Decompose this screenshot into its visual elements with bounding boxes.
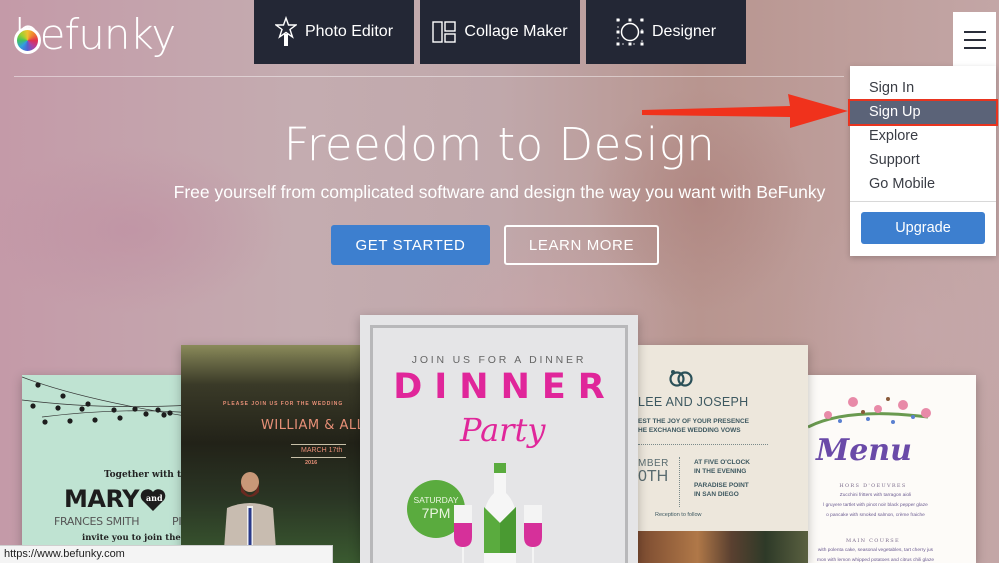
- selection-circle-icon: [616, 18, 644, 46]
- card-text: DINNER: [393, 367, 617, 407]
- tab-label: Designer: [651, 23, 717, 40]
- befunky-logo[interactable]: befunky: [14, 10, 176, 62]
- tab-label: Photo Editor: [304, 23, 394, 40]
- upgrade-button[interactable]: Upgrade: [861, 212, 985, 244]
- tab-designer[interactable]: Designer: [586, 0, 746, 64]
- template-card-mary-wedding[interactable]: Together with their p MARY and FRANCES S…: [22, 375, 192, 563]
- card-text: PI: [172, 515, 182, 528]
- card-text-line: EST THE JOY OF YOUR PRESENCE: [638, 418, 750, 425]
- champagne-bottle-icon: [484, 463, 516, 563]
- card-text: WILLIAM & ALLISON: [261, 418, 361, 433]
- card-text: HORS D'OEUVRES: [839, 483, 907, 489]
- card-text: PLEASE JOIN US FOR THE WEDDING: [223, 401, 344, 407]
- dotted-divider: [638, 444, 768, 445]
- wine-glass-icon: [524, 505, 542, 563]
- card-text: Party: [460, 411, 546, 449]
- learn-more-button[interactable]: LEARN MORE: [504, 225, 659, 265]
- template-card-dinner-party[interactable]: JOIN US FOR A DINNER DINNER Party SATURD…: [360, 315, 638, 563]
- menu-item-sign-in[interactable]: Sign In: [850, 77, 996, 100]
- template-card-menu[interactable]: Menu HORS D'OEUVRES Zucchini fritters wi…: [808, 375, 976, 563]
- dotted-divider: [679, 457, 680, 507]
- flowers-illustration: [808, 397, 931, 429]
- card-text: LEE AND JOSEPH: [638, 395, 749, 409]
- card-text: 2016: [305, 460, 318, 466]
- card-text: and: [146, 493, 163, 503]
- get-started-button[interactable]: GET STARTED: [331, 225, 490, 265]
- card-text: l gruyere tartlet with pinot noir black …: [823, 503, 928, 508]
- hamburger-icon-bar: [963, 30, 986, 33]
- hamburger-menu-button[interactable]: [953, 12, 996, 67]
- card-text: Zucchini fritters with tarragon aioli: [839, 493, 912, 498]
- card-text: PARADISE POINT IN SAN DIEGO: [694, 481, 749, 499]
- card-text-line: AT FIVE O'CLOCK: [694, 459, 750, 466]
- card-text-line: IN THE EVENING: [694, 468, 747, 475]
- tab-photo-editor[interactable]: Photo Editor: [254, 0, 414, 64]
- tab-label: Collage Maker: [464, 23, 568, 40]
- card-text: MARY: [64, 485, 140, 513]
- card-divider: [291, 444, 346, 445]
- card-text: Together with their p: [104, 470, 192, 480]
- wine-glass-icon: [454, 505, 472, 563]
- card-text: JOIN US FOR A DINNER: [411, 354, 587, 366]
- string-lights-icon: [22, 376, 192, 425]
- card-text: o pancake with smoked salmon, crème frai…: [826, 513, 925, 518]
- card-text: Menu: [816, 433, 912, 468]
- card-text: AT FIVE O'CLOCK IN THE EVENING: [694, 458, 750, 476]
- collage-layout-icon: [432, 21, 457, 43]
- magic-wand-star-icon: [274, 16, 297, 46]
- card-text: EST THE JOY OF YOUR PRESENCE HE EXCHANGE…: [638, 417, 749, 435]
- card-text: with polenta cake, seasonal vegetables, …: [817, 548, 934, 553]
- header-divider: [14, 76, 844, 77]
- template-card-lee-joseph[interactable]: LEE AND JOSEPH EST THE JOY OF YOUR PRESE…: [638, 345, 808, 563]
- card-text-line: IN SAN DIEGO: [694, 491, 739, 498]
- card-text: SATURDAY: [413, 495, 459, 505]
- hamburger-icon-bar: [963, 46, 986, 49]
- hero-subtitle: Free yourself from complicated software …: [173, 182, 826, 202]
- logo-aperture-icon: [14, 27, 41, 54]
- tab-collage-maker[interactable]: Collage Maker: [420, 0, 580, 64]
- card-text: FRANCES SMITH: [54, 515, 140, 528]
- browser-status-bar-url: https://www.befunky.com: [0, 545, 333, 563]
- card-divider: [291, 457, 346, 458]
- card-text: 0TH: [638, 468, 669, 485]
- card-text: MAIN COURSE: [846, 538, 900, 544]
- card-text: invite you to join them as t: [82, 533, 192, 543]
- card-text-line: HE EXCHANGE WEDDING VOWS: [638, 427, 741, 434]
- card-text-line: PARADISE POINT: [694, 482, 749, 489]
- template-card-william-allison[interactable]: PLEASE JOIN US FOR THE WEDDING WILLIAM &…: [181, 345, 361, 563]
- hero-title: Freedom to Design: [283, 118, 716, 171]
- couple-photo: [638, 531, 808, 563]
- card-text: MARCH 17th: [301, 447, 343, 454]
- hamburger-icon-bar: [963, 38, 986, 41]
- card-text: Reception to follow: [655, 512, 702, 518]
- card-text: mon with lemon whipped potatoes and citr…: [816, 558, 935, 563]
- wedding-rings-icon: [669, 370, 693, 387]
